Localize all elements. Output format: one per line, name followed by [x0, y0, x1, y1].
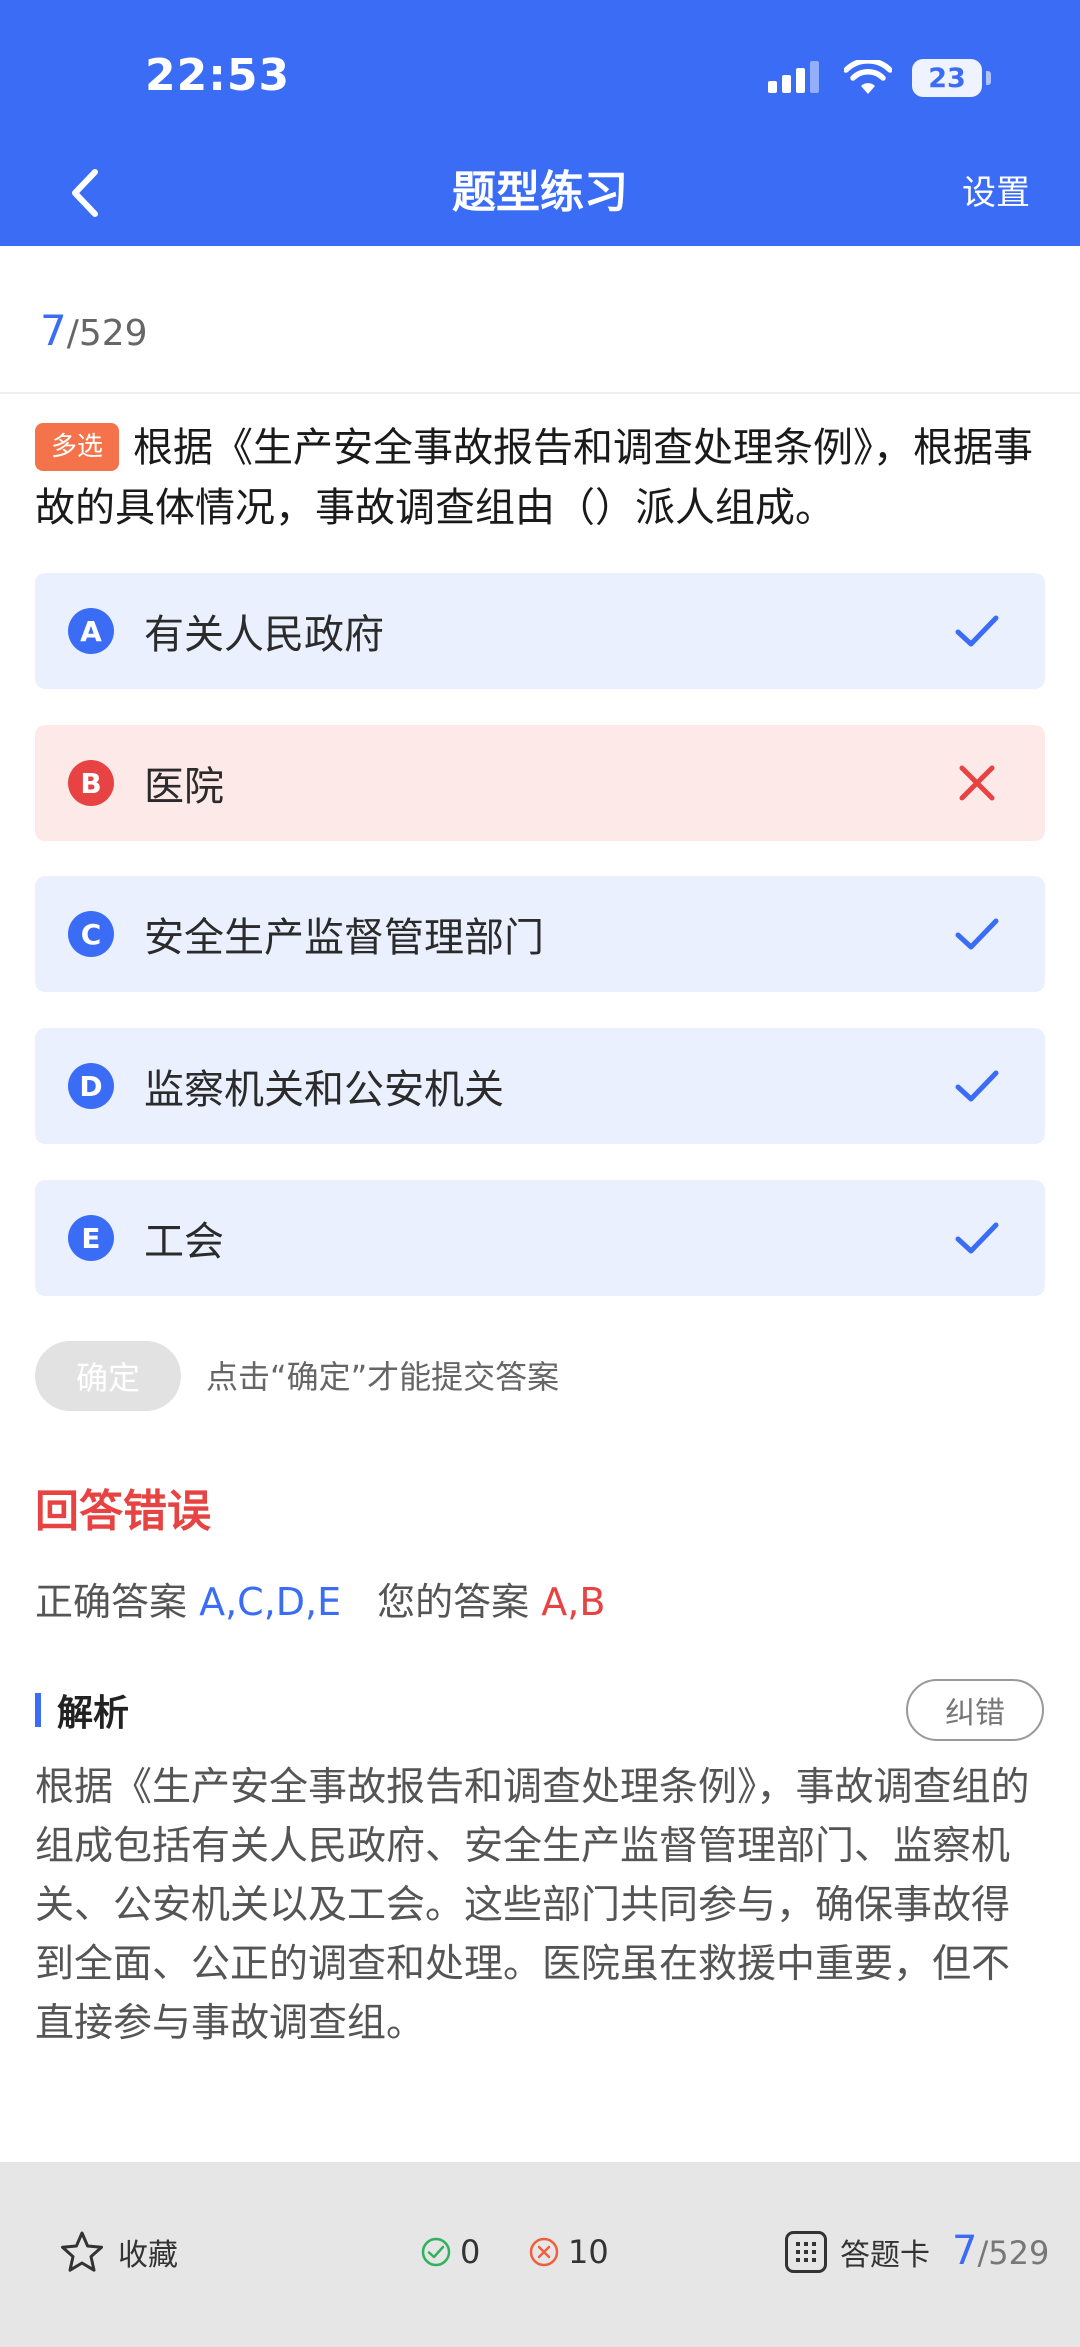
correct-count: 0	[420, 2233, 480, 2271]
option-e[interactable]: E 工会	[35, 1180, 1045, 1296]
option-c[interactable]: C 安全生产监督管理部门	[35, 876, 1045, 992]
result-title: 回答错误	[35, 1486, 211, 1537]
check-icon	[955, 1222, 999, 1254]
option-text: 监察机关和公安机关	[144, 1067, 504, 1113]
settings-button[interactable]: 设置	[962, 170, 1030, 216]
analysis-title: 解析	[57, 1693, 130, 1734]
page-title: 题型练习	[452, 167, 628, 218]
correct-count-value: 0	[460, 2233, 481, 2271]
check-icon	[955, 1070, 999, 1102]
section-accent-bar	[35, 1693, 41, 1727]
app-header: 22:53 23 题型练习 设置	[0, 0, 1080, 246]
check-icon	[955, 615, 999, 647]
back-button[interactable]	[60, 160, 110, 226]
wifi-icon	[844, 60, 892, 94]
wrong-count: 10	[528, 2233, 609, 2271]
option-text: 医院	[144, 764, 224, 810]
option-letter: E	[68, 1215, 114, 1261]
option-letter: C	[68, 911, 114, 957]
bottom-progress: 7/529	[952, 2228, 1049, 2274]
question-text: 根据《生产安全事故报告和调查处理条例》，根据事故的具体情况，事故调查组由（）派人…	[35, 425, 1034, 531]
question-progress: 7/529	[40, 306, 148, 355]
answer-card-button[interactable]: 答题卡	[784, 2230, 930, 2274]
user-answer-value: A,B	[541, 1580, 606, 1624]
favorite-label: 收藏	[118, 2238, 178, 2273]
confirm-hint: 点击“确定”才能提交答案	[206, 1358, 560, 1396]
total-question-count: /529	[66, 313, 148, 354]
correct-answer-label: 正确答案	[35, 1580, 188, 1624]
answer-summary: 正确答案 A,C,D,E 您的答案 A,B	[35, 1575, 605, 1629]
answer-card-label: 答题卡	[840, 2238, 930, 2273]
correct-answer-value: A,C,D,E	[199, 1580, 342, 1624]
wrong-count-value: 10	[568, 2233, 609, 2271]
option-text: 工会	[144, 1219, 224, 1265]
analysis-header: 解析	[35, 1683, 129, 1737]
status-indicators: 23	[768, 56, 991, 100]
user-answer-label: 您的答案	[377, 1580, 530, 1624]
battery-level: 23	[928, 62, 966, 94]
option-text: 有关人民政府	[144, 612, 384, 658]
star-icon	[61, 2231, 103, 2272]
chevron-left-icon	[72, 169, 98, 217]
option-d[interactable]: D 监察机关和公安机关	[35, 1028, 1045, 1144]
divider	[0, 392, 1080, 394]
option-text: 安全生产监督管理部门	[144, 915, 544, 961]
bottom-current-number: 7	[952, 2228, 978, 2274]
question-type-badge: 多选	[35, 423, 120, 471]
cross-icon	[959, 765, 995, 801]
option-a[interactable]: A 有关人民政府	[35, 573, 1045, 689]
signal-icon	[768, 61, 819, 93]
check-icon	[955, 918, 999, 950]
option-letter: A	[68, 608, 114, 654]
option-b[interactable]: B 医院	[35, 725, 1045, 841]
report-error-button[interactable]: 纠错	[906, 1679, 1044, 1741]
favorite-button[interactable]: 收藏	[60, 2230, 178, 2274]
analysis-text: 根据《生产安全事故报告和调查处理条例》，事故调查组的组成包括有关人民政府、安全生…	[35, 1765, 1030, 2046]
grid-icon	[785, 2231, 827, 2273]
check-circle-icon	[421, 2237, 451, 2267]
status-time: 22:53	[145, 50, 291, 101]
option-letter: B	[68, 760, 114, 806]
current-question-number: 7	[40, 306, 67, 355]
x-circle-icon	[529, 2237, 559, 2267]
battery-indicator: 23	[912, 59, 991, 97]
bottom-total-count: /529	[977, 2234, 1050, 2272]
question-stem: 多选 根据《生产安全事故报告和调查处理条例》，根据事故的具体情况，事故调查组由（）…	[35, 418, 1045, 538]
option-letter: D	[68, 1063, 114, 1109]
confirm-button[interactable]: 确定	[35, 1341, 181, 1411]
